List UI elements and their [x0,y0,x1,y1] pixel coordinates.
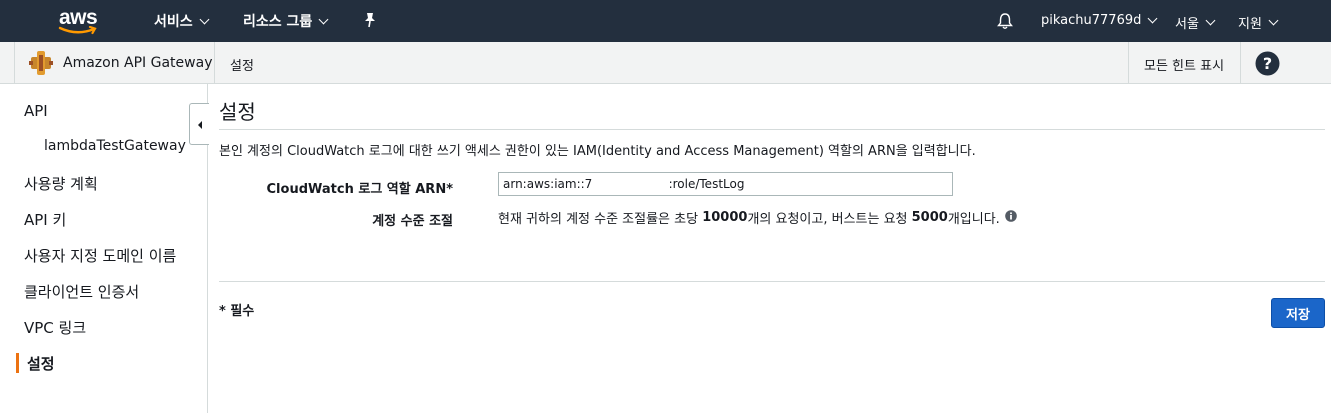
divider [14,42,15,83]
chevron-left-icon [198,121,202,129]
required-note: * 필수 [219,304,255,319]
support-menu[interactable]: 지원 [1238,13,1279,32]
services-label: 서비스 [154,14,193,30]
sidebar-item-api-keys[interactable]: API 키 [24,209,66,230]
pin-icon[interactable] [363,12,377,32]
resource-groups-label: 리소스 그룹 [243,14,313,30]
chevron-down-icon [1268,15,1279,26]
show-all-hints-button[interactable]: 모든 힌트 표시 [1144,55,1224,74]
services-menu[interactable]: 서비스 [154,11,210,31]
api-gateway-icon [28,50,54,80]
chevron-down-icon [1205,15,1216,26]
sidebar-item-vpc-links[interactable]: VPC 링크 [24,317,86,338]
aws-logo[interactable]: aws [57,6,101,35]
cloudwatch-role-arn-input[interactable] [498,172,953,196]
sidebar-item-custom-domain-names[interactable]: 사용자 지정 도메인 이름 [24,245,176,266]
sidebar-navigation: API lambdaTestGateway 사용량 계획 API 키 사용자 지… [0,84,208,413]
chevron-down-icon [1147,13,1158,24]
divider [219,129,1325,130]
sidebar-item-settings[interactable]: 설정 [27,353,55,374]
throttle-burst-value: 5000 [911,210,948,225]
active-indicator [16,353,19,373]
account-menu[interactable]: pikachu77769d [1041,13,1158,28]
service-header-bar: Amazon API Gateway 설정 모든 힌트 표시 ? [0,42,1331,84]
info-icon[interactable] [1004,209,1017,226]
region-label: 서울 [1175,17,1199,32]
divider [1128,42,1129,83]
svg-text:?: ? [1263,54,1272,73]
sidebar-item-api[interactable]: API [24,102,48,120]
page-title: 설정 [219,100,256,124]
account-name: pikachu77769d [1041,13,1142,28]
throttle-text: 개의 요청이고, 버스트는 요청 [747,212,912,227]
resource-groups-menu[interactable]: 리소스 그룹 [243,11,329,31]
region-menu[interactable]: 서울 [1175,13,1216,32]
divider [1240,42,1241,83]
settings-description: 본인 계정의 CloudWatch 로그에 대한 쓰기 액세스 권한이 있는 I… [219,144,976,159]
throttle-rate-value: 10000 [702,210,748,225]
save-button[interactable]: 저장 [1271,298,1325,328]
help-icon[interactable]: ? [1255,51,1280,80]
collapse-sidebar-button[interactable] [189,103,209,145]
throttle-text: 현재 귀하의 계정 수준 조절률은 초당 [498,212,703,227]
chevron-down-icon [199,14,210,24]
bell-icon[interactable] [996,12,1014,34]
throttle-text: 개입니다. [947,212,1000,227]
throttle-description: 현재 귀하의 계정 수준 조절률은 초당 10000 개의 요청이고, 버스트는 … [498,208,1017,227]
breadcrumb: 설정 [230,59,254,74]
throttle-label: 계정 수준 조절 [372,214,453,229]
sidebar-item-usage-plans[interactable]: 사용량 계획 [24,173,98,194]
divider [214,42,215,83]
arn-field-label: CloudWatch 로그 역할 ARN* [266,182,453,197]
top-navigation-bar: aws 서비스 리소스 그룹 pikachu77769d 서울 지원 [0,0,1331,42]
support-label: 지원 [1238,17,1262,32]
divider [219,281,1325,282]
chevron-down-icon [318,14,329,24]
service-name-link[interactable]: Amazon API Gateway [63,55,212,71]
sidebar-item-lambdatestgateway[interactable]: lambdaTestGateway [44,138,186,154]
sidebar-item-client-certificates[interactable]: 클라이언트 인증서 [24,281,139,302]
aws-smile-icon [58,26,97,35]
